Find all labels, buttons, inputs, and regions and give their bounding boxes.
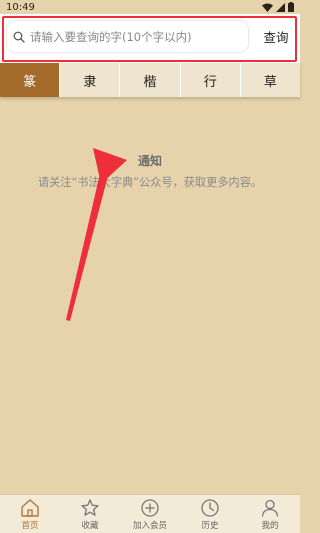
signal-icon [276,2,285,12]
nav-history[interactable]: 历史 [180,495,240,533]
tab-clerical-script[interactable]: 隶 [60,63,121,97]
clock-icon [201,499,219,517]
nav-home[interactable]: 首页 [0,495,60,533]
nav-favorites-label: 收藏 [81,521,99,531]
search-box[interactable] [7,21,248,52]
nav-home-label: 首页 [21,521,39,531]
style-tabs: 篆 隶 楷 行 草 [0,63,301,97]
nav-membership[interactable]: 加入会员 [120,495,180,533]
notice-title: 通知 [137,154,162,168]
notice-body: 请关注“书法大字典”公众号，获取更多内容。 [37,176,263,189]
home-icon [21,499,39,517]
nav-favorites[interactable]: 收藏 [60,495,120,533]
tab-regular-script[interactable]: 楷 [120,63,181,97]
nav-profile-label: 我的 [261,521,279,531]
person-icon [261,499,279,517]
tab-running-script[interactable]: 行 [180,63,241,97]
plus-circle-icon [141,499,159,517]
tab-seal-script[interactable]: 篆 [0,63,61,97]
nav-profile[interactable]: 我的 [240,495,300,533]
star-icon [81,499,99,516]
status-icons [262,2,294,12]
status-bar: 10:49 [0,0,300,14]
battery-icon [288,2,294,12]
search-header: 查询 [0,14,300,64]
search-button[interactable]: 查询 [255,27,297,49]
search-input[interactable] [30,24,245,49]
nav-membership-label: 加入会员 [132,521,167,531]
search-icon [13,31,25,43]
tab-cursive-script[interactable]: 草 [240,63,301,97]
wifi-icon [262,3,273,12]
status-time: 10:49 [6,1,35,13]
bottom-nav: 首页 收藏 加入会员 历史 我的 [0,494,300,533]
nav-history-label: 历史 [201,521,219,531]
